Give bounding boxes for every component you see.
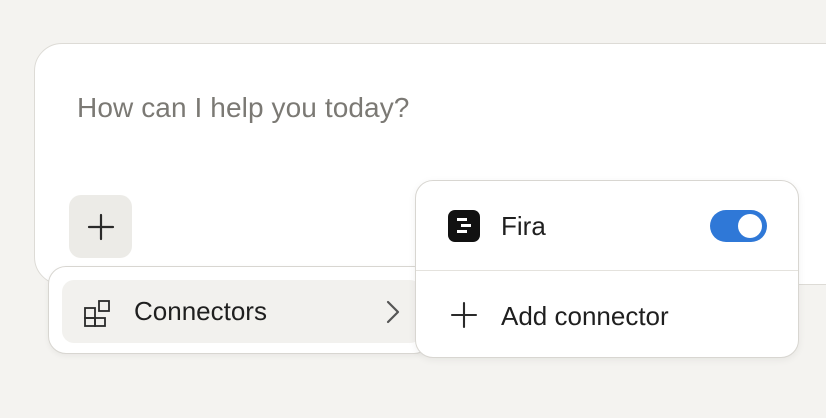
connectors-label: Connectors [134, 296, 267, 326]
toggle-knob [738, 214, 762, 238]
add-content-button[interactable] [69, 195, 132, 258]
connectors-menu-item[interactable]: Connectors [62, 280, 422, 343]
add-connector-label: Add connector [501, 301, 669, 331]
prompt-placeholder[interactable]: How can I help you today? [77, 92, 409, 124]
fira-mark [457, 218, 471, 233]
fira-logo-icon [448, 210, 480, 242]
connector-label: Fira [501, 211, 546, 241]
plus-icon [87, 213, 114, 240]
plus-icon [450, 301, 478, 329]
connector-row-fira[interactable]: Fira [416, 181, 798, 270]
composer-menu: Connectors [48, 266, 432, 354]
add-connector-item[interactable]: Add connector [416, 271, 798, 357]
chevron-right-icon [386, 300, 400, 324]
connectors-submenu: Fira Add connector [415, 180, 799, 358]
fira-toggle[interactable] [710, 210, 767, 242]
connectors-icon [84, 300, 110, 327]
